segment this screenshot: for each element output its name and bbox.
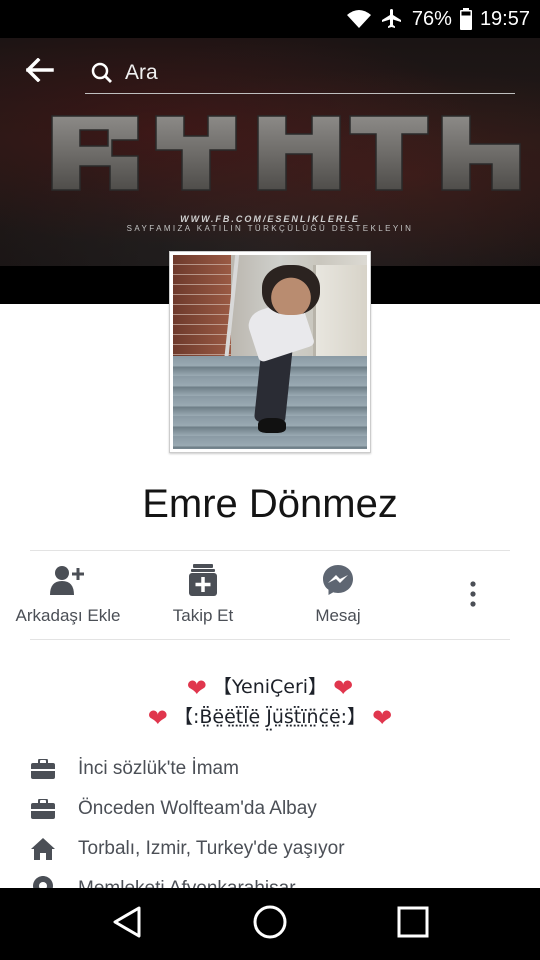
nav-recents-button[interactable] [368,888,458,960]
search-input[interactable] [125,60,425,85]
info-text: Memleketi Afyonkarahisar [78,878,296,888]
bio-line-2: ❤ 【:B̤̈ë̤ë̤ẗ̤l̤̈ë̤ J̤̈ṳ̈s̤̈ẗ̤ï̤n̤̈c̤̈ë̤:… [0,702,540,732]
message-button[interactable]: Mesaj [268,562,408,626]
follow-icon [133,562,273,598]
bio-text-1: 【YeniÇeri】 [212,676,328,698]
wifi-icon [346,8,372,30]
heart-icon: ❤ [333,674,354,702]
info-item[interactable]: Memleketi Afyonkarahisar [0,872,540,888]
airplane-mode-icon [380,7,404,31]
location-pin-icon [30,876,56,888]
bio-line-1: ❤ 【YeniÇeri】 ❤ [0,672,540,702]
clock: 19:57 [479,7,530,30]
info-text: İnci sözlük'te İmam [78,758,239,779]
heart-icon: ❤ [372,704,393,732]
divider [30,639,510,640]
profile-picture[interactable] [169,251,371,453]
messenger-icon [268,562,408,598]
briefcase-icon [30,756,56,782]
info-text: Torbalı, Izmir, Turkey'de yaşıyor [78,838,345,859]
back-button[interactable] [22,55,58,89]
cover-tagline: SAYFAMIZA KATILIN TÜRKÇÜLÜĞÜ DESTEKLEYIN [126,224,414,233]
more-options-button[interactable] [458,578,488,614]
briefcase-icon [30,796,56,822]
cover-logo-art [51,115,521,191]
recents-square-icon [397,906,429,943]
add-friend-label: Arkadaşı Ekle [15,606,121,625]
nav-home-button[interactable] [225,888,315,960]
home-icon [30,836,56,862]
heart-icon: ❤ [186,674,207,702]
bio-text-2: 【:B̤̈ë̤ë̤ẗ̤l̤̈ë̤ J̤̈ṳ̈s̤̈ẗ̤ï̤n̤̈c̤̈ë̤:】 [173,706,367,728]
nav-back-button[interactable] [82,888,172,960]
search-icon [91,62,113,84]
info-item[interactable]: Önceden Wolfteam'da Albay [0,792,540,828]
cover-url-text: WWW.FB.COM/ESENLIKLERLE [180,214,360,224]
battery-percent: 76% [411,7,452,30]
info-item[interactable]: İnci sözlük'te İmam [0,752,540,788]
divider [30,550,510,551]
info-item[interactable]: Torbalı, Izmir, Turkey'de yaşıyor [0,832,540,868]
search-bar[interactable] [85,52,515,94]
message-label: Mesaj [315,606,361,625]
follow-label: Takip Et [172,606,234,625]
more-vertical-icon [469,580,477,613]
status-bar: 76% 19:57 [0,0,540,38]
system-nav-bar [0,888,540,960]
info-text: Önceden Wolfteam'da Albay [78,798,317,819]
home-circle-icon [253,905,287,944]
add-friend-button[interactable]: Arkadaşı Ekle [0,562,138,626]
back-triangle-icon [112,906,142,943]
battery-icon [459,8,472,30]
profile-name: Emre Dönmez [142,482,398,526]
arrow-left-icon [25,57,54,87]
heart-icon: ❤ [147,704,168,732]
profile-photo-image [173,255,367,449]
add-friend-icon [0,562,138,598]
follow-button[interactable]: Takip Et [133,562,273,626]
